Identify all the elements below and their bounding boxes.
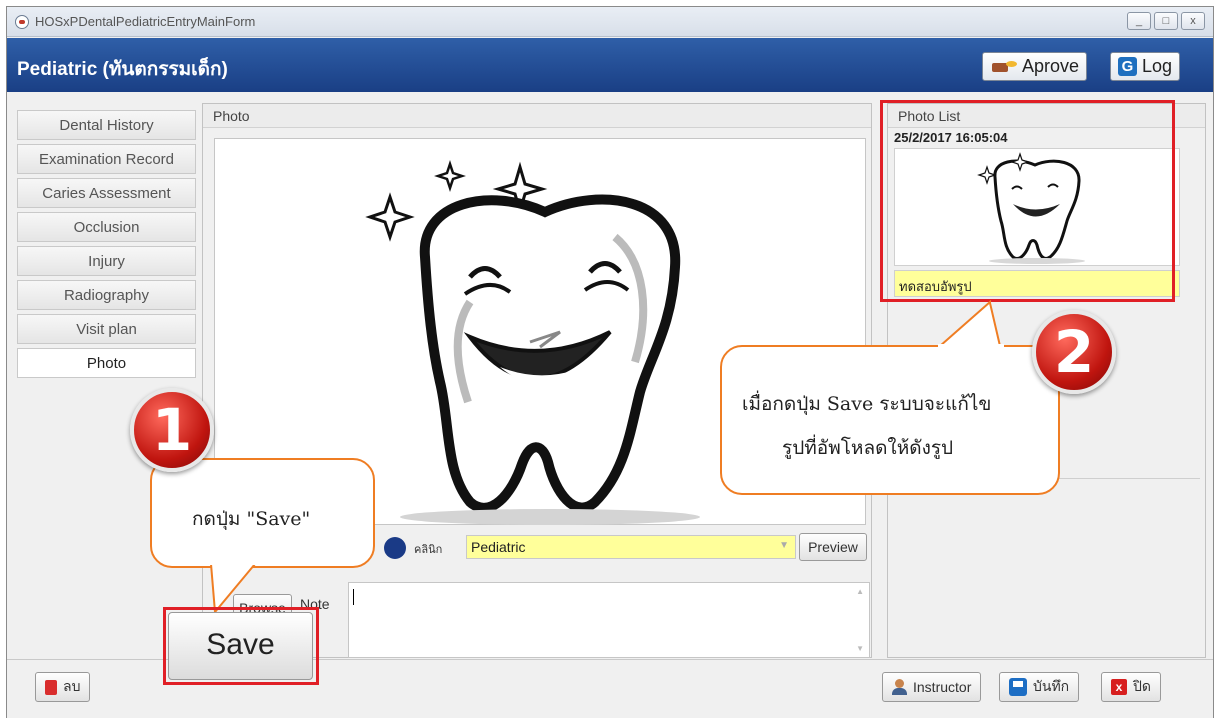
window-title: HOSxPDentalPediatricEntryMainForm — [35, 14, 256, 29]
nav-item-photo[interactable]: Photo — [17, 348, 196, 378]
nav-item-visit-plan[interactable]: Visit plan — [17, 314, 196, 344]
nav-item-injury[interactable]: Injury — [17, 246, 196, 276]
approve-button[interactable]: Aprove — [982, 52, 1088, 81]
callout-2-pointer — [937, 300, 1004, 350]
photo-panel-title: Photo — [203, 104, 871, 128]
log-icon: G — [1118, 57, 1137, 76]
photo-list-highlight-frame — [880, 100, 1175, 302]
trash-icon — [45, 679, 57, 695]
user-icon — [892, 679, 907, 695]
app-icon — [15, 15, 29, 29]
instructor-label: Instructor — [913, 679, 972, 695]
close-button[interactable]: x ปิด — [1101, 672, 1161, 702]
save-highlight-frame — [163, 607, 319, 685]
nav-item-occlusion[interactable]: Occlusion — [17, 212, 196, 242]
scroll-up-icon[interactable]: ▲ — [856, 587, 864, 596]
instructor-button[interactable]: Instructor — [882, 672, 982, 702]
callout-1-text: กดปุ่ม "Save" — [192, 508, 311, 530]
delete-label: ลบ — [63, 678, 81, 694]
clinic-select[interactable]: Pediatric ▼ — [466, 535, 796, 559]
status-indicator — [384, 537, 406, 559]
maximize-button[interactable]: □ — [1154, 12, 1178, 30]
callout-1: กดปุ่ม "Save" — [150, 458, 375, 568]
log-label: Log — [1142, 56, 1173, 76]
record-button[interactable]: บันทึก — [999, 672, 1080, 702]
step-badge-1: 1 — [130, 388, 214, 472]
record-label: บันทึก — [1033, 678, 1070, 694]
note-field[interactable]: ▲ ▼ — [348, 582, 870, 658]
nav-item-radiography[interactable]: Radiography — [17, 280, 196, 310]
text-caret — [353, 589, 354, 605]
clinic-label: คลินิก — [414, 544, 443, 556]
step-badge-2: 2 — [1032, 310, 1116, 394]
callout-2-line-2: รูปที่อัพโหลดให้ดังรูป — [782, 437, 954, 459]
floppy-disk-icon — [1009, 678, 1027, 696]
delete-button[interactable]: ลบ — [35, 672, 91, 702]
approve-icon — [990, 58, 1018, 75]
clinic-value: Pediatric — [471, 539, 526, 555]
close-window-button[interactable]: x — [1181, 12, 1205, 30]
close-label: ปิด — [1133, 678, 1151, 694]
callout-2: เมื่อกดปุ่ม Save ระบบจะแก้ไข รูปที่อัพโห… — [720, 345, 1060, 495]
chevron-down-icon: ▼ — [779, 540, 789, 551]
nav-item-dental-history[interactable]: Dental History — [17, 110, 196, 140]
log-button[interactable]: G Log — [1110, 52, 1181, 81]
preview-button[interactable]: Preview — [799, 533, 867, 561]
approve-label: Aprove — [1022, 56, 1080, 76]
page-title: Pediatric (ทันตกรรมเด็ก) — [17, 59, 228, 80]
title-bar: HOSxPDentalPediatricEntryMainForm _ □ x — [7, 7, 1213, 37]
tooth-image — [365, 160, 700, 525]
scroll-down-icon[interactable]: ▼ — [856, 644, 864, 653]
callout-2-line-1: เมื่อกดปุ่ม Save ระบบจะแก้ไข — [742, 393, 992, 415]
form-header: Pediatric (ทันตกรรมเด็ก) Aprove G Log — [7, 38, 1213, 92]
close-icon: x — [1111, 679, 1127, 695]
left-nav: Dental History Examination Record Caries… — [17, 103, 197, 658]
nav-item-caries-assessment[interactable]: Caries Assessment — [17, 178, 196, 208]
nav-item-examination-record[interactable]: Examination Record — [17, 144, 196, 174]
minimize-button[interactable]: _ — [1127, 12, 1151, 30]
